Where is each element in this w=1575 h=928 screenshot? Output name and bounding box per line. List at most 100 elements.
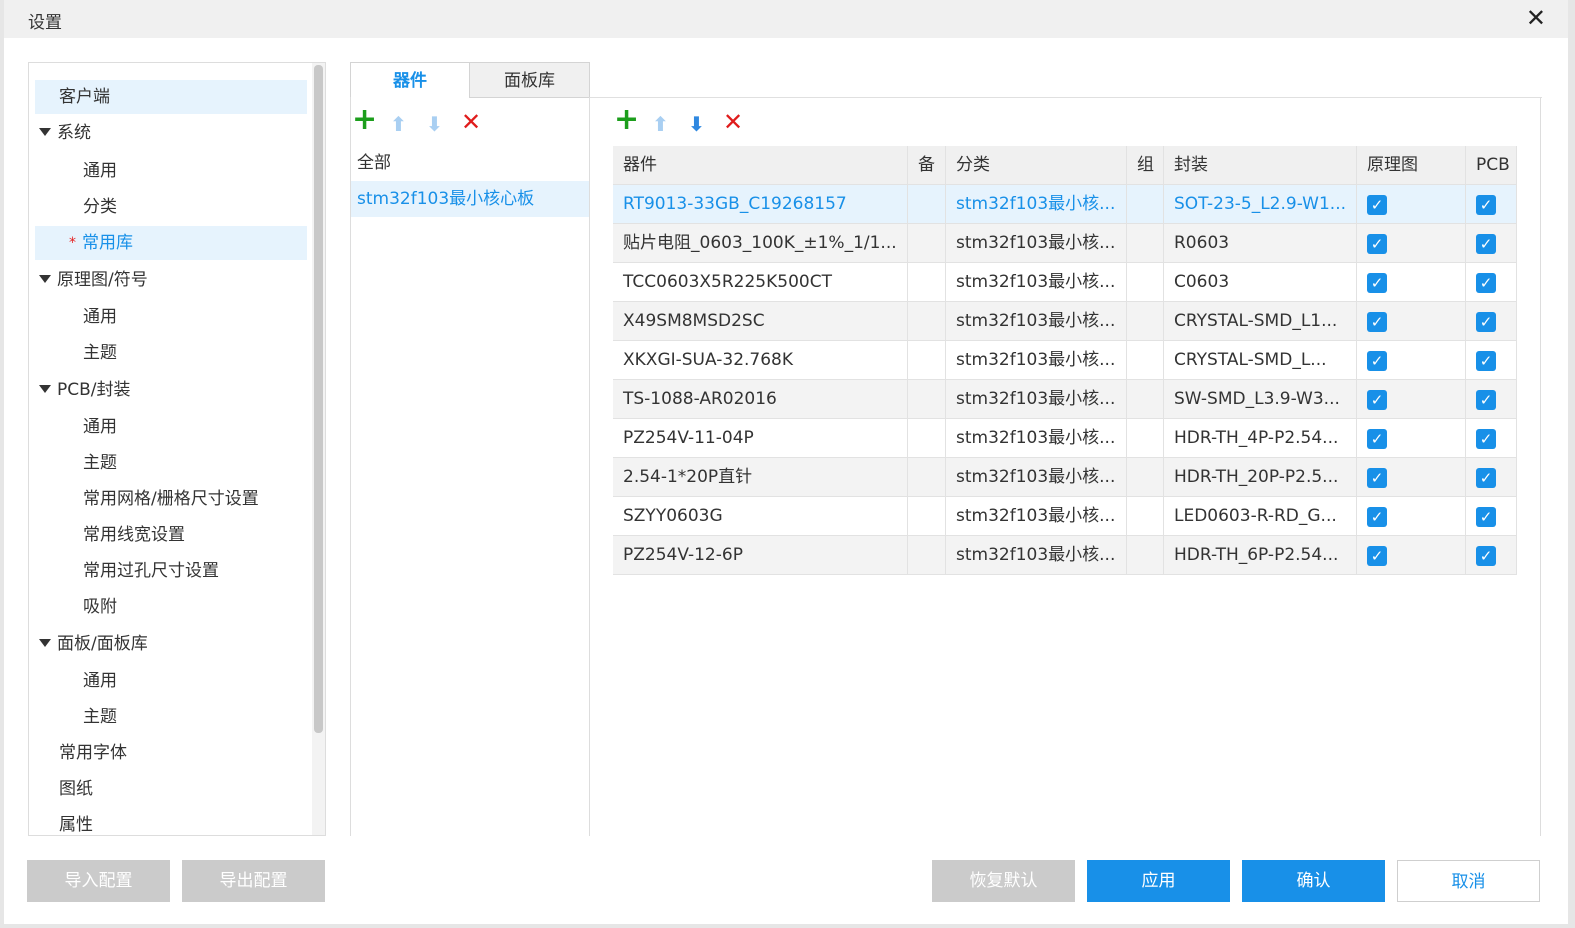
tab-devices[interactable]: 器件 [350, 62, 470, 98]
table-row[interactable]: TCC0603X5R225K500CT stm32f103最小核... C0603 ✓… [613, 263, 1517, 302]
apply-button[interactable]: 应用 [1087, 860, 1230, 902]
tree-item[interactable]: 常用网格/栅格尺寸设置 [35, 482, 307, 516]
pcb-checkbox[interactable]: ✓ [1476, 351, 1496, 371]
pcb-cell: ✓ [1466, 458, 1517, 497]
tree-item[interactable]: 通用 [35, 664, 307, 698]
tree-item[interactable]: 常用过孔尺寸设置 [35, 554, 307, 588]
library-item-all[interactable]: 全部 [351, 145, 589, 181]
caret-down-icon[interactable] [39, 385, 51, 393]
add-device-icon[interactable]: + [614, 105, 639, 135]
library-item-stm32[interactable]: stm32f103最小核心板 [351, 181, 589, 217]
tree-item[interactable]: 原理图/符号 [35, 263, 307, 297]
table-row[interactable]: 贴片电阻_0603_100K_±1%_1/1... stm32f103最小核...… [613, 224, 1517, 263]
schematic-cell: ✓ [1357, 380, 1466, 419]
table-row[interactable]: RT9013-33GB_C19268157 stm32f103最小核... SOT-… [613, 185, 1517, 224]
schematic-checkbox[interactable]: ✓ [1367, 195, 1387, 215]
device-move-down-icon[interactable]: ⬇ [688, 112, 705, 136]
pcb-checkbox[interactable]: ✓ [1476, 390, 1496, 410]
add-library-icon[interactable]: + [352, 105, 377, 135]
tree-item[interactable]: 通用 [35, 154, 307, 188]
tree-item-label: 常用过孔尺寸设置 [83, 561, 219, 581]
schematic-checkbox[interactable]: ✓ [1367, 468, 1387, 488]
tree-item[interactable]: 通用 [35, 410, 307, 444]
pcb-checkbox[interactable]: ✓ [1476, 312, 1496, 332]
group-cell [1127, 224, 1164, 263]
confirm-button[interactable]: 确认 [1242, 860, 1385, 902]
group-cell [1127, 458, 1164, 497]
caret-down-icon[interactable] [39, 128, 51, 136]
pcb-checkbox[interactable]: ✓ [1476, 429, 1496, 449]
title-bar: 设置 ✕ [4, 0, 1568, 38]
delete-device-icon[interactable]: ✕ [723, 110, 743, 134]
tab-divider [590, 97, 1542, 98]
device-cell: PZ254V-11-04P [613, 419, 908, 458]
pcb-checkbox[interactable]: ✓ [1476, 234, 1496, 254]
library-move-down-icon[interactable]: ⬇ [426, 112, 443, 136]
export-config-button[interactable]: 导出配置 [182, 860, 325, 902]
tab-panel-library[interactable]: 面板库 [469, 62, 590, 98]
column-header[interactable]: 器件 [613, 146, 908, 185]
pcb-checkbox[interactable]: ✓ [1476, 546, 1496, 566]
tree-item[interactable]: 系统 [35, 116, 307, 150]
table-row[interactable]: 2.54-1*20P直针 stm32f103最小核... HDR-TH_20P-P2… [613, 458, 1517, 497]
pcb-checkbox[interactable]: ✓ [1476, 468, 1496, 488]
column-header[interactable]: 原理图 [1357, 146, 1466, 185]
delete-library-icon[interactable]: ✕ [461, 110, 481, 134]
schematic-checkbox[interactable]: ✓ [1367, 273, 1387, 293]
table-row[interactable]: PZ254V-11-04P stm32f103最小核... HDR-TH_4P-P2… [613, 419, 1517, 458]
schematic-checkbox[interactable]: ✓ [1367, 507, 1387, 527]
tree-item[interactable]: 通用 [35, 300, 307, 334]
pcb-checkbox[interactable]: ✓ [1476, 273, 1496, 293]
modified-marker: * [69, 235, 76, 251]
library-move-up-icon[interactable]: ⬆ [390, 112, 407, 136]
tree-item[interactable]: 面板/面板库 [35, 627, 307, 661]
tree-item[interactable]: 属性 [35, 808, 307, 835]
tree-item[interactable]: 常用线宽设置 [35, 518, 307, 552]
tree-item[interactable]: 主题 [35, 700, 307, 734]
device-cell: SZYY0603G [613, 497, 908, 536]
column-header[interactable]: 分类 [946, 146, 1127, 185]
tree-item[interactable]: 常用字体 [35, 736, 307, 770]
pcb-checkbox[interactable]: ✓ [1476, 195, 1496, 215]
schematic-checkbox[interactable]: ✓ [1367, 546, 1387, 566]
table-row[interactable]: X49SM8MSD2SC stm32f103最小核... CRYSTAL-SMD_L… [613, 302, 1517, 341]
cancel-button[interactable]: 取消 [1397, 860, 1540, 902]
note-cell [908, 419, 946, 458]
close-icon[interactable]: ✕ [1526, 4, 1546, 32]
device-move-up-icon[interactable]: ⬆ [652, 112, 669, 136]
column-header[interactable]: 组 [1127, 146, 1164, 185]
reset-defaults-button[interactable]: 恢复默认 [932, 860, 1075, 902]
table-row[interactable]: SZYY0603G stm32f103最小核... LED0603-R-RD_G..… [613, 497, 1517, 536]
tree-scrollbar[interactable] [314, 65, 323, 733]
column-header[interactable]: 封装 [1164, 146, 1357, 185]
schematic-checkbox[interactable]: ✓ [1367, 351, 1387, 371]
tree-item[interactable]: PCB/封装 [35, 373, 307, 407]
schematic-cell: ✓ [1357, 536, 1466, 575]
import-config-button[interactable]: 导入配置 [27, 860, 170, 902]
tree-item[interactable]: 分类 [35, 190, 307, 224]
table-row[interactable]: XKXGI-SUA-32.768K stm32f103最小核... CRYSTAL-… [613, 341, 1517, 380]
tree-item[interactable]: 主题 [35, 446, 307, 480]
pcb-checkbox[interactable]: ✓ [1476, 507, 1496, 527]
tree-item-label: 常用网格/栅格尺寸设置 [83, 489, 259, 509]
caret-down-icon[interactable] [39, 275, 51, 283]
schematic-checkbox[interactable]: ✓ [1367, 312, 1387, 332]
tree-item[interactable]: 图纸 [35, 772, 307, 806]
table-row[interactable]: TS-1088-AR02016 stm32f103最小核... SW-SMD_L3.… [613, 380, 1517, 419]
tree-item-label: 面板/面板库 [57, 634, 148, 654]
device-cell: X49SM8MSD2SC [613, 302, 908, 341]
tree-item[interactable]: 客户端 [35, 80, 307, 114]
column-header[interactable]: 备 [908, 146, 946, 185]
tree-item[interactable]: 吸附 [35, 590, 307, 624]
schematic-checkbox[interactable]: ✓ [1367, 234, 1387, 254]
schematic-cell: ✓ [1357, 185, 1466, 224]
table-row[interactable]: PZ254V-12-6P stm32f103最小核... HDR-TH_6P-P2.… [613, 536, 1517, 575]
tree-item-label: 主题 [83, 453, 117, 473]
tree-item-label: 图纸 [59, 779, 93, 799]
schematic-checkbox[interactable]: ✓ [1367, 390, 1387, 410]
schematic-checkbox[interactable]: ✓ [1367, 429, 1387, 449]
column-header[interactable]: PCB [1466, 146, 1517, 185]
caret-down-icon[interactable] [39, 639, 51, 647]
tree-item[interactable]: 主题 [35, 336, 307, 370]
tree-item[interactable]: * 常用库 [35, 226, 307, 260]
